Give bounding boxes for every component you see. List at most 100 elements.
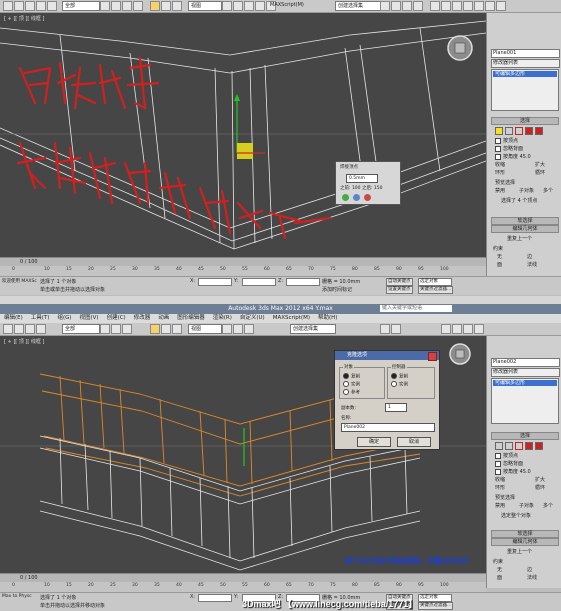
by-vertex-check[interactable]: 按顶点 — [495, 137, 518, 144]
by-vertex-check[interactable]: 按顶点 — [495, 452, 518, 459]
cancel-icon[interactable] — [364, 194, 371, 201]
ctrl-copy-radio[interactable]: 复制 — [391, 373, 408, 380]
menu-tools[interactable]: 工具(T) — [27, 315, 54, 321]
modifier-list-dropdown[interactable]: 修改器列表 — [491, 59, 560, 68]
menu-graph-editors[interactable]: 图形编辑器 — [173, 315, 209, 321]
selection-filter-dropdown[interactable]: 全部 — [62, 1, 100, 11]
ignore-backfacing-check[interactable]: 忽略背面 — [495, 460, 523, 467]
key-selection-dropdown[interactable]: 选定对象 — [418, 594, 452, 602]
reference-coord-dropdown[interactable]: 视图 — [188, 1, 222, 11]
menu-views[interactable]: 视图(V) — [76, 315, 103, 321]
preview-multi-radio[interactable]: 多个 — [543, 502, 553, 509]
loop-button[interactable]: 循环 — [535, 484, 545, 491]
constraint-none-radio[interactable]: 无 — [497, 253, 502, 260]
mirror-icon[interactable] — [380, 1, 390, 11]
render-setup-icon[interactable] — [463, 324, 473, 334]
render-frame-icon[interactable] — [474, 1, 484, 11]
reference-radio[interactable]: 参考 — [343, 389, 360, 396]
key-filters-button[interactable]: 关键点过滤器... — [418, 286, 454, 294]
link-icon[interactable] — [25, 324, 35, 334]
menu-create[interactable]: 创建(C) — [103, 315, 130, 321]
undo-icon[interactable] — [3, 324, 13, 334]
percent-snap-icon[interactable] — [255, 1, 265, 11]
auto-key-button[interactable]: 自动关键点 — [386, 278, 413, 286]
top-viewport[interactable]: [ + ][ 顶 ][ 线框 ] 按下Shift进行拖动复制，尽量对齐对齐 克隆… — [0, 336, 486, 573]
polygon-mode-icon[interactable] — [525, 127, 533, 135]
key-selection-dropdown[interactable]: 选定对象 — [418, 278, 452, 286]
named-selection-dropdown[interactable]: 创建选择集 — [335, 1, 381, 11]
preview-disabled-radio[interactable]: 禁用 — [495, 187, 505, 194]
track-bar[interactable]: 0 10 15 20 25 30 35 40 45 50 55 60 65 70… — [0, 266, 486, 276]
grow-button[interactable]: 扩大 — [535, 161, 545, 168]
menu-maxscript[interactable]: MAXScript(M) — [269, 315, 314, 321]
move-icon[interactable] — [150, 324, 160, 334]
cancel-button[interactable]: 取消 — [397, 437, 431, 447]
mirror-icon[interactable] — [380, 324, 390, 334]
maxscript-listener[interactable]: 欢迎使用 MAXSc — [2, 278, 37, 284]
instance-radio[interactable]: 实例 — [343, 381, 360, 388]
edge-mode-icon[interactable] — [505, 127, 513, 135]
border-mode-icon[interactable] — [515, 127, 523, 135]
rollout-edit-geometry[interactable]: 编辑几何体 — [491, 538, 559, 546]
maxscript-menu[interactable]: MAXScript(M) — [270, 2, 304, 8]
track-bar[interactable]: 0 10 15 20 25 30 35 40 45 50 55 60 65 70… — [0, 582, 486, 592]
rotate-icon[interactable] — [161, 1, 171, 11]
named-selection-dropdown[interactable]: 创建选择集 — [290, 324, 336, 334]
apply-icon[interactable] — [353, 194, 360, 201]
x-coord-field[interactable] — [198, 278, 232, 286]
key-filters-button[interactable]: 关键点过滤器... — [418, 602, 454, 610]
render-icon[interactable] — [474, 324, 484, 334]
redo-icon[interactable] — [14, 1, 24, 11]
name-field[interactable]: Plane002 — [341, 423, 435, 432]
constraint-none-radio[interactable]: 无 — [497, 566, 502, 573]
x-coord-field[interactable] — [198, 594, 232, 602]
add-time-tag-button[interactable]: 添加时间标记 — [322, 286, 352, 293]
pivot-icon[interactable] — [222, 1, 232, 11]
quick-render-icon[interactable] — [496, 1, 506, 11]
by-angle-check[interactable]: 按角度 45.0 — [495, 468, 531, 475]
rect-selection-icon[interactable] — [122, 324, 132, 334]
perspective-viewport[interactable]: [ + ][ 顶 ][ 线框 ] 焊接顶点 0.5mm 之前: 100 之后: … — [0, 13, 486, 257]
snap-icon[interactable] — [233, 324, 243, 334]
ok-icon[interactable] — [342, 194, 349, 201]
repeat-last-button[interactable]: 重复上一个 — [507, 548, 532, 555]
maxscript-listener[interactable]: Max to Physc — [2, 594, 32, 599]
close-icon[interactable] — [428, 352, 437, 361]
z-coord-field[interactable] — [286, 278, 320, 286]
time-slider[interactable]: 0 / 100 — [0, 573, 486, 582]
constraint-face-radio[interactable]: 面 — [497, 261, 502, 268]
by-angle-check[interactable]: 按角度 45.0 — [495, 153, 531, 160]
vertex-mode-icon[interactable] — [495, 127, 503, 135]
schematic-icon[interactable] — [441, 324, 451, 334]
rollout-soft-selection[interactable]: 软选择 — [491, 530, 559, 538]
constraint-edge-radio[interactable]: 边 — [527, 253, 532, 260]
ring-button[interactable]: 环形 — [495, 169, 505, 176]
align-icon[interactable] — [391, 1, 401, 11]
constraint-normal-radio[interactable]: 法线 — [527, 574, 537, 581]
material-editor-icon[interactable] — [452, 1, 462, 11]
move-icon[interactable] — [150, 1, 160, 11]
align-icon[interactable] — [391, 324, 401, 334]
stack-item-editable-poly[interactable]: 可编辑多边形 — [493, 71, 557, 77]
material-editor-icon[interactable] — [452, 324, 462, 334]
time-slider[interactable]: 0 / 100 — [0, 257, 486, 266]
rotate-icon[interactable] — [161, 324, 171, 334]
rollout-selection[interactable]: 选择 — [491, 117, 559, 125]
menu-modifiers[interactable]: 修改器 — [130, 315, 155, 321]
preview-subobject-radio[interactable]: 子对象 — [519, 187, 534, 194]
grow-button[interactable]: 扩大 — [535, 476, 545, 483]
link-icon[interactable] — [25, 1, 35, 11]
object-name-field[interactable]: Plane002 — [491, 358, 560, 367]
window-crossing-icon[interactable] — [133, 1, 143, 11]
repeat-last-button[interactable]: 重复上一个 — [507, 235, 532, 242]
polygon-mode-icon[interactable] — [525, 442, 533, 450]
menu-group[interactable]: 组(G) — [53, 315, 75, 321]
undo-icon[interactable] — [3, 1, 13, 11]
ring-button[interactable]: 环形 — [495, 484, 505, 491]
shrink-button[interactable]: 收缩 — [495, 476, 505, 483]
preview-disabled-radio[interactable]: 禁用 — [495, 502, 505, 509]
ignore-backfacing-check[interactable]: 忽略背面 — [495, 145, 523, 152]
scale-icon[interactable] — [172, 324, 182, 334]
modifier-list-dropdown[interactable]: 修改器列表 — [491, 368, 560, 377]
constraint-edge-radio[interactable]: 边 — [527, 566, 532, 573]
